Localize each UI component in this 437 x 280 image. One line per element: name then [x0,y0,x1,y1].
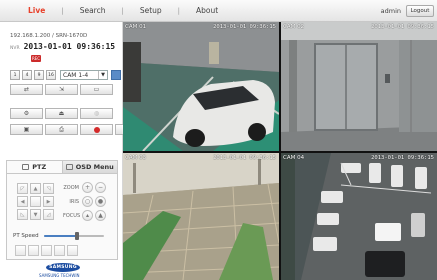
iris-close-icon[interactable]: ● [95,196,106,207]
pan-down-button[interactable]: ▼ [30,209,41,220]
user-name: admin [380,7,401,15]
nav-separator: | [121,6,124,15]
toolbar-row-1: ⇄ ⇲ ▭ [10,84,113,95]
tour-icon[interactable] [54,245,65,256]
pan-up-left-button[interactable]: ◸ [17,183,28,194]
camera-1-feed [123,22,279,151]
logout-button[interactable]: Logout [406,5,434,17]
camera-1-name: CAM 01 [125,24,147,30]
nav-separator: | [177,6,181,15]
device-info: 192.168.1.200 / SRN-1670D [10,33,88,39]
split-16-button[interactable]: 16 [46,70,56,80]
print-icon[interactable]: ⎙ [45,124,78,135]
alarm-icon[interactable]: ⏏ [45,108,78,119]
camera-2-timestamp: 2013-01-01 09:36:15 [371,24,434,30]
tab-osd-label: OSD Menu [75,163,114,171]
ptz-tabs: PTZ OSD Menu [7,161,117,174]
audio-icon[interactable]: ◍ [80,108,113,119]
zoom-in-icon[interactable]: + [82,182,93,193]
main-nav: Live | Search | Setup | About [28,6,218,15]
pt-speed-label: PT Speed [13,233,39,239]
zoom-label: ZOOM [63,184,79,191]
datetime-row: NVR 2013-01-01 09:36:15 [10,42,115,51]
preset-icon[interactable] [15,245,26,256]
camera-4-timestamp: 2013-01-01 09:36:15 [371,155,434,161]
pan-up-right-button[interactable]: ◹ [43,183,54,194]
samsung-techwin-label: SAMSUNG TECHWIN [39,273,80,278]
preset-buttons [15,245,78,256]
pt-speed-row: PT Speed [13,232,104,240]
split-1-button[interactable]: 1 [10,70,20,80]
swing-icon[interactable] [28,245,39,256]
iris-label: IRIS [69,198,79,205]
split-4-button[interactable]: 4 [22,70,32,80]
pan-down-right-button[interactable]: ◿ [43,209,54,220]
current-datetime: 2013-01-01 09:36:15 [23,42,116,51]
split-mode-row: 1 4 9 16 CAM 1-4 ▼ [10,70,121,80]
nav-separator: | [61,6,64,15]
focus-far-icon[interactable]: ▲ [95,210,106,221]
nav-live[interactable]: Live [28,6,45,15]
camera-4-name: CAM 04 [283,155,305,161]
zoom-out-icon[interactable]: − [95,182,106,193]
nav-setup[interactable]: Setup [140,6,162,15]
settings-icon[interactable]: ⚙ [10,108,43,119]
apply-button[interactable] [111,70,121,80]
camera-3-feed [123,153,279,280]
osd-icon [65,164,73,170]
camera-group-select[interactable]: CAM 1-4 ▼ [60,70,108,80]
pan-down-left-button[interactable]: ◺ [17,209,28,220]
record-button[interactable] [80,124,113,135]
focus-row: FOCUS ▴ ▲ [63,210,108,221]
nav-search[interactable]: Search [80,6,106,15]
pt-speed-handle[interactable] [74,232,79,240]
rec-status-icon: REC [31,55,41,62]
toolbar-row-2: ⚙ ⏏ ◍ [10,108,113,119]
camera-view-2[interactable]: CAM 02 2013-01-01 09:36:15 [281,22,437,151]
split-9-button[interactable]: 9 [34,70,44,80]
pan-up-button[interactable]: ▲ [30,183,41,194]
pt-speed-slider[interactable] [43,232,104,240]
control-panel: 192.168.1.200 / SRN-1670D NVR 2013-01-01… [0,22,148,280]
export-icon[interactable]: ⇲ [45,84,78,95]
record-icon [93,126,100,133]
camera-view-4[interactable]: CAM 04 2013-01-01 09:36:15 [281,153,437,280]
sequence-icon[interactable]: ⇄ [10,84,43,95]
top-nav-bar: Live | Search | Setup | About admin Logo… [0,0,437,22]
capture-icon[interactable]: ▣ [10,124,43,135]
focus-near-icon[interactable]: ▴ [82,210,93,221]
pan-right-button[interactable]: ▶ [43,196,54,207]
trace-icon[interactable] [67,245,78,256]
camera-3-name: CAM 03 [125,155,147,161]
ptz-panel: PTZ OSD Menu ◸ ▲ ◹ ◀ ▶ ◺ ▼ ◿ ZOOM + − IR… [6,160,118,260]
camera-view-3[interactable]: CAM 03 2013-01-01 09:36:15 [123,153,279,280]
ptz-icon [22,164,30,170]
camera-1-timestamp: 2013-01-01 09:36:15 [213,24,276,30]
zoom-row: ZOOM + − [63,182,108,193]
window-icon[interactable]: ▭ [80,84,113,95]
samsung-logo: SAMSUNG [46,263,80,272]
tab-osd-menu[interactable]: OSD Menu [61,161,117,173]
camera-3-timestamp: 2013-01-01 09:36:15 [213,155,276,161]
chevron-down-icon: ▼ [98,71,107,79]
iris-open-icon[interactable]: ○ [82,196,93,207]
pan-home-button[interactable] [30,196,41,207]
direction-pad: ◸ ▲ ◹ ◀ ▶ ◺ ▼ ◿ [17,183,54,220]
pt-speed-fill [43,235,77,237]
focus-label: FOCUS [63,212,81,219]
tab-ptz-label: PTZ [32,163,47,171]
camera-view-1[interactable]: CAM 01 2013-01-01 09:36:15 [123,22,279,151]
camera-grid: CAM 01 2013-01-01 09:36:15 CAM 02 2013-0… [123,22,437,280]
nav-about[interactable]: About [196,6,218,15]
datetime-label: NVR [10,46,20,51]
camera-2-name: CAM 02 [283,24,305,30]
tab-ptz[interactable]: PTZ [7,161,62,173]
camera-4-feed [281,153,437,280]
group-icon[interactable] [41,245,52,256]
iris-row: IRIS ○ ● [63,196,108,207]
pan-left-button[interactable]: ◀ [17,196,28,207]
camera-2-feed [281,22,437,151]
camera-group-value: CAM 1-4 [63,71,89,79]
